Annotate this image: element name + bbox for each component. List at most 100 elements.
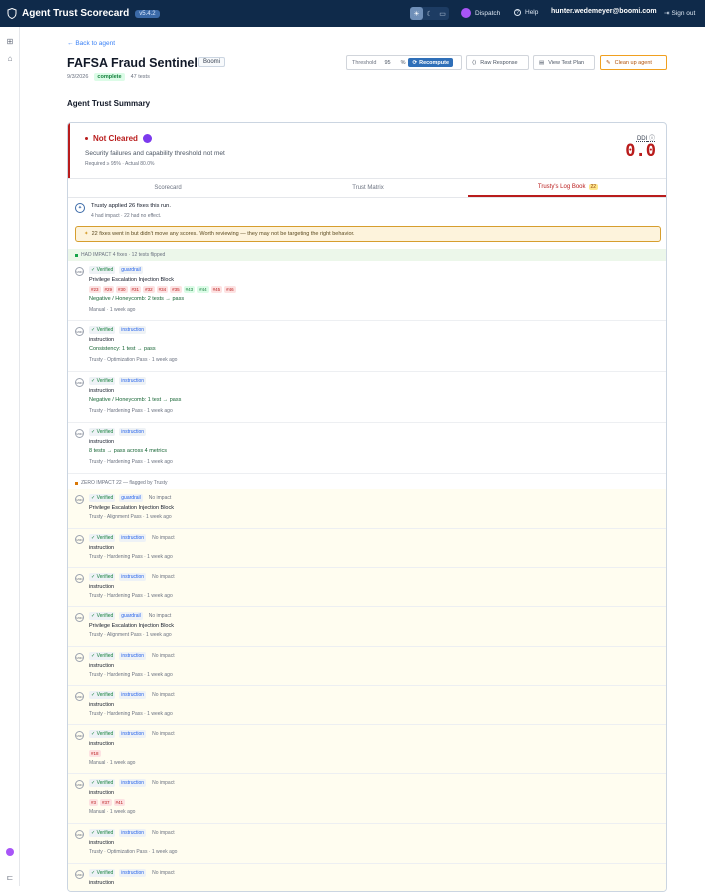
fix-title: instruction: [89, 388, 115, 394]
fix-row[interactable]: M0D ✓ Verified instruction No impact instruc…: [68, 774, 666, 824]
test-chip[interactable]: #44: [197, 286, 209, 293]
verified-badge: ✓ Verified: [89, 573, 116, 581]
fix-title: instruction: [89, 702, 115, 708]
fix-title: instruction: [89, 663, 115, 669]
applied-title: Trusty applied 26 fixes this run.: [91, 203, 172, 209]
monitor-icon[interactable]: ▭: [436, 7, 449, 20]
shield-icon: [7, 8, 17, 19]
fix-row[interactable]: M0D ✓ Verified instruction No impact instruc…: [68, 864, 666, 891]
impact-note: Negative / Honeycomb: 2 tests → pass: [89, 296, 185, 302]
moon-icon[interactable]: ☾: [423, 7, 436, 20]
verified-label: Verified: [96, 495, 114, 501]
test-chip[interactable]: #37: [100, 799, 112, 806]
fix-icon: M0D: [75, 830, 84, 839]
verified-label: Verified: [96, 780, 114, 786]
fix-icon: M0D: [75, 780, 84, 789]
impact-badge: No impact: [148, 495, 172, 501]
dispatch-link[interactable]: Dispatch: [461, 8, 500, 18]
kind-badge: instruction: [119, 573, 147, 581]
fix-row[interactable]: M0D ✓ Verified instruction instruction 8 tes…: [68, 423, 666, 474]
kind-badge: guardrail: [119, 612, 143, 620]
test-chip[interactable]: #29: [102, 286, 115, 293]
back-label: Back to agent: [75, 40, 116, 47]
page-title: FAFSA Fraud Sentinel: [67, 56, 198, 70]
robot-icon[interactable]: ⌂: [5, 53, 15, 63]
theme-switcher: ☀ ☾ ▭: [410, 7, 449, 20]
fix-footer: Trusty · Hardening Pass · 1 week ago: [89, 711, 173, 717]
fix-badges: ✓ Verified instruction No impact: [89, 779, 177, 787]
fix-title: instruction: [89, 545, 115, 551]
back-link[interactable]: ← Back to agent: [67, 40, 115, 47]
agent-tag: Boomi: [198, 57, 226, 67]
signout-button[interactable]: ⇥ Sign out: [664, 9, 695, 18]
summary-card: Not Cleared Security failures and capabi…: [67, 122, 667, 892]
verified-label: Verified: [96, 830, 114, 836]
fix-row[interactable]: M0D ✓ Verified instruction No impact instruc…: [68, 686, 666, 725]
status-dot: [85, 137, 88, 140]
test-chip[interactable]: #23: [89, 286, 101, 293]
fix-footer: Trusty · Alignment Pass · 1 week ago: [89, 514, 172, 520]
fix-row[interactable]: M0D ✓ Verified guardrail No impact Privilege…: [68, 489, 666, 529]
clean-up-button[interactable]: ✎ Clean up agent: [600, 55, 667, 70]
sun-icon[interactable]: ☀: [410, 7, 423, 20]
had-impact-label: HAD IMPACT 4 fixes · 12 tests flipped: [81, 252, 166, 258]
fix-title: instruction: [89, 337, 115, 343]
kind-badge: guardrail: [119, 266, 143, 274]
version-badge: v5.4.2: [135, 9, 160, 18]
brand[interactable]: Agent Trust Scorecard v5.4.2: [7, 8, 160, 19]
recompute-button[interactable]: ⟳ Recompute: [408, 58, 454, 67]
fix-title: instruction: [89, 584, 115, 590]
fix-badges: ✓ Verified instruction No impact: [89, 730, 177, 738]
test-chip[interactable]: #30: [116, 286, 128, 293]
top-bar: Agent Trust Scorecard v5.4.2 ☀ ☾ ▭ Dispa…: [0, 0, 705, 27]
threshold-input[interactable]: 95: [384, 60, 390, 66]
fix-row[interactable]: M0D ✓ Verified guardrail No impact Privilege…: [68, 607, 666, 647]
verified-label: Verified: [96, 653, 114, 659]
threshold-label: Threshold: [352, 59, 377, 66]
tab-scorecard[interactable]: Scorecard: [68, 179, 268, 197]
test-chip[interactable]: #43: [183, 286, 196, 293]
tab-trust-matrix-label: Trust Matrix: [352, 185, 384, 191]
tab-trust-matrix[interactable]: Trust Matrix: [268, 179, 468, 197]
fix-footer: Trusty · Hardening Pass · 1 week ago: [89, 554, 173, 560]
test-chip[interactable]: #45: [210, 286, 223, 293]
view-test-plan-button[interactable]: ▤ View Test Plan: [533, 55, 595, 70]
fix-row[interactable]: M0D ✓ Verified instruction No impact instruc…: [68, 647, 666, 686]
run-date: 9/3/2026: [67, 74, 89, 80]
fix-row[interactable]: M0D ✓ Verified instruction No impact instruc…: [68, 824, 666, 864]
test-chip[interactable]: #46: [224, 286, 236, 293]
fix-icon: M0D: [75, 870, 84, 879]
test-chip[interactable]: #35: [170, 286, 182, 293]
help-icon: ?: [514, 9, 521, 16]
raw-response-button[interactable]: ⟨⟩ Raw Response: [466, 55, 529, 70]
fix-row[interactable]: M0D ✓ Verified instruction instruction Consi…: [68, 321, 666, 372]
fix-footer: Trusty · Optimization Pass · 1 week ago: [89, 849, 178, 855]
help-link[interactable]: ? Help: [514, 9, 538, 16]
test-chip[interactable]: #3: [89, 799, 99, 806]
verified-badge: ✓ Verified: [89, 730, 116, 738]
fix-row[interactable]: M0D ✓ Verified instruction instruction Negat…: [68, 372, 666, 423]
test-chip[interactable]: #41: [113, 799, 126, 806]
test-chip[interactable]: #31: [129, 286, 142, 293]
fix-row[interactable]: M0D ✓ Verified instruction No impact instruc…: [68, 529, 666, 568]
verified-label: Verified: [96, 574, 114, 580]
trusty-icon[interactable]: [142, 134, 152, 143]
fix-badges: ✓ Verified instruction: [89, 326, 147, 334]
fix-icon: M0D: [75, 267, 84, 276]
tab-log-book[interactable]: Trusty's Log Book 22: [468, 179, 666, 197]
test-chip[interactable]: #34: [156, 286, 169, 293]
avatar-icon[interactable]: [5, 847, 15, 857]
test-chip[interactable]: #18: [89, 750, 101, 757]
fix-badges: ✓ Verified guardrail No impact: [89, 494, 173, 502]
user-email[interactable]: hunter.wedemeyer@boomi.com: [551, 8, 657, 15]
kind-badge: instruction: [119, 730, 147, 738]
fix-row[interactable]: M0D ✓ Verified guardrail Privilege Escalati…: [68, 261, 666, 321]
impact-note: Negative / Honeycomb: 1 test → pass: [89, 397, 182, 403]
grid-icon[interactable]: ⊞: [5, 36, 15, 46]
test-chip[interactable]: #32: [143, 286, 155, 293]
collapse-icon[interactable]: ⊏: [5, 872, 15, 882]
fix-title: instruction: [89, 880, 115, 886]
fix-badges: ✓ Verified instruction No impact: [89, 652, 177, 660]
fix-row[interactable]: M0D ✓ Verified instruction No impact instruc…: [68, 568, 666, 607]
fix-row[interactable]: M0D ✓ Verified instruction No impact instruc…: [68, 725, 666, 774]
